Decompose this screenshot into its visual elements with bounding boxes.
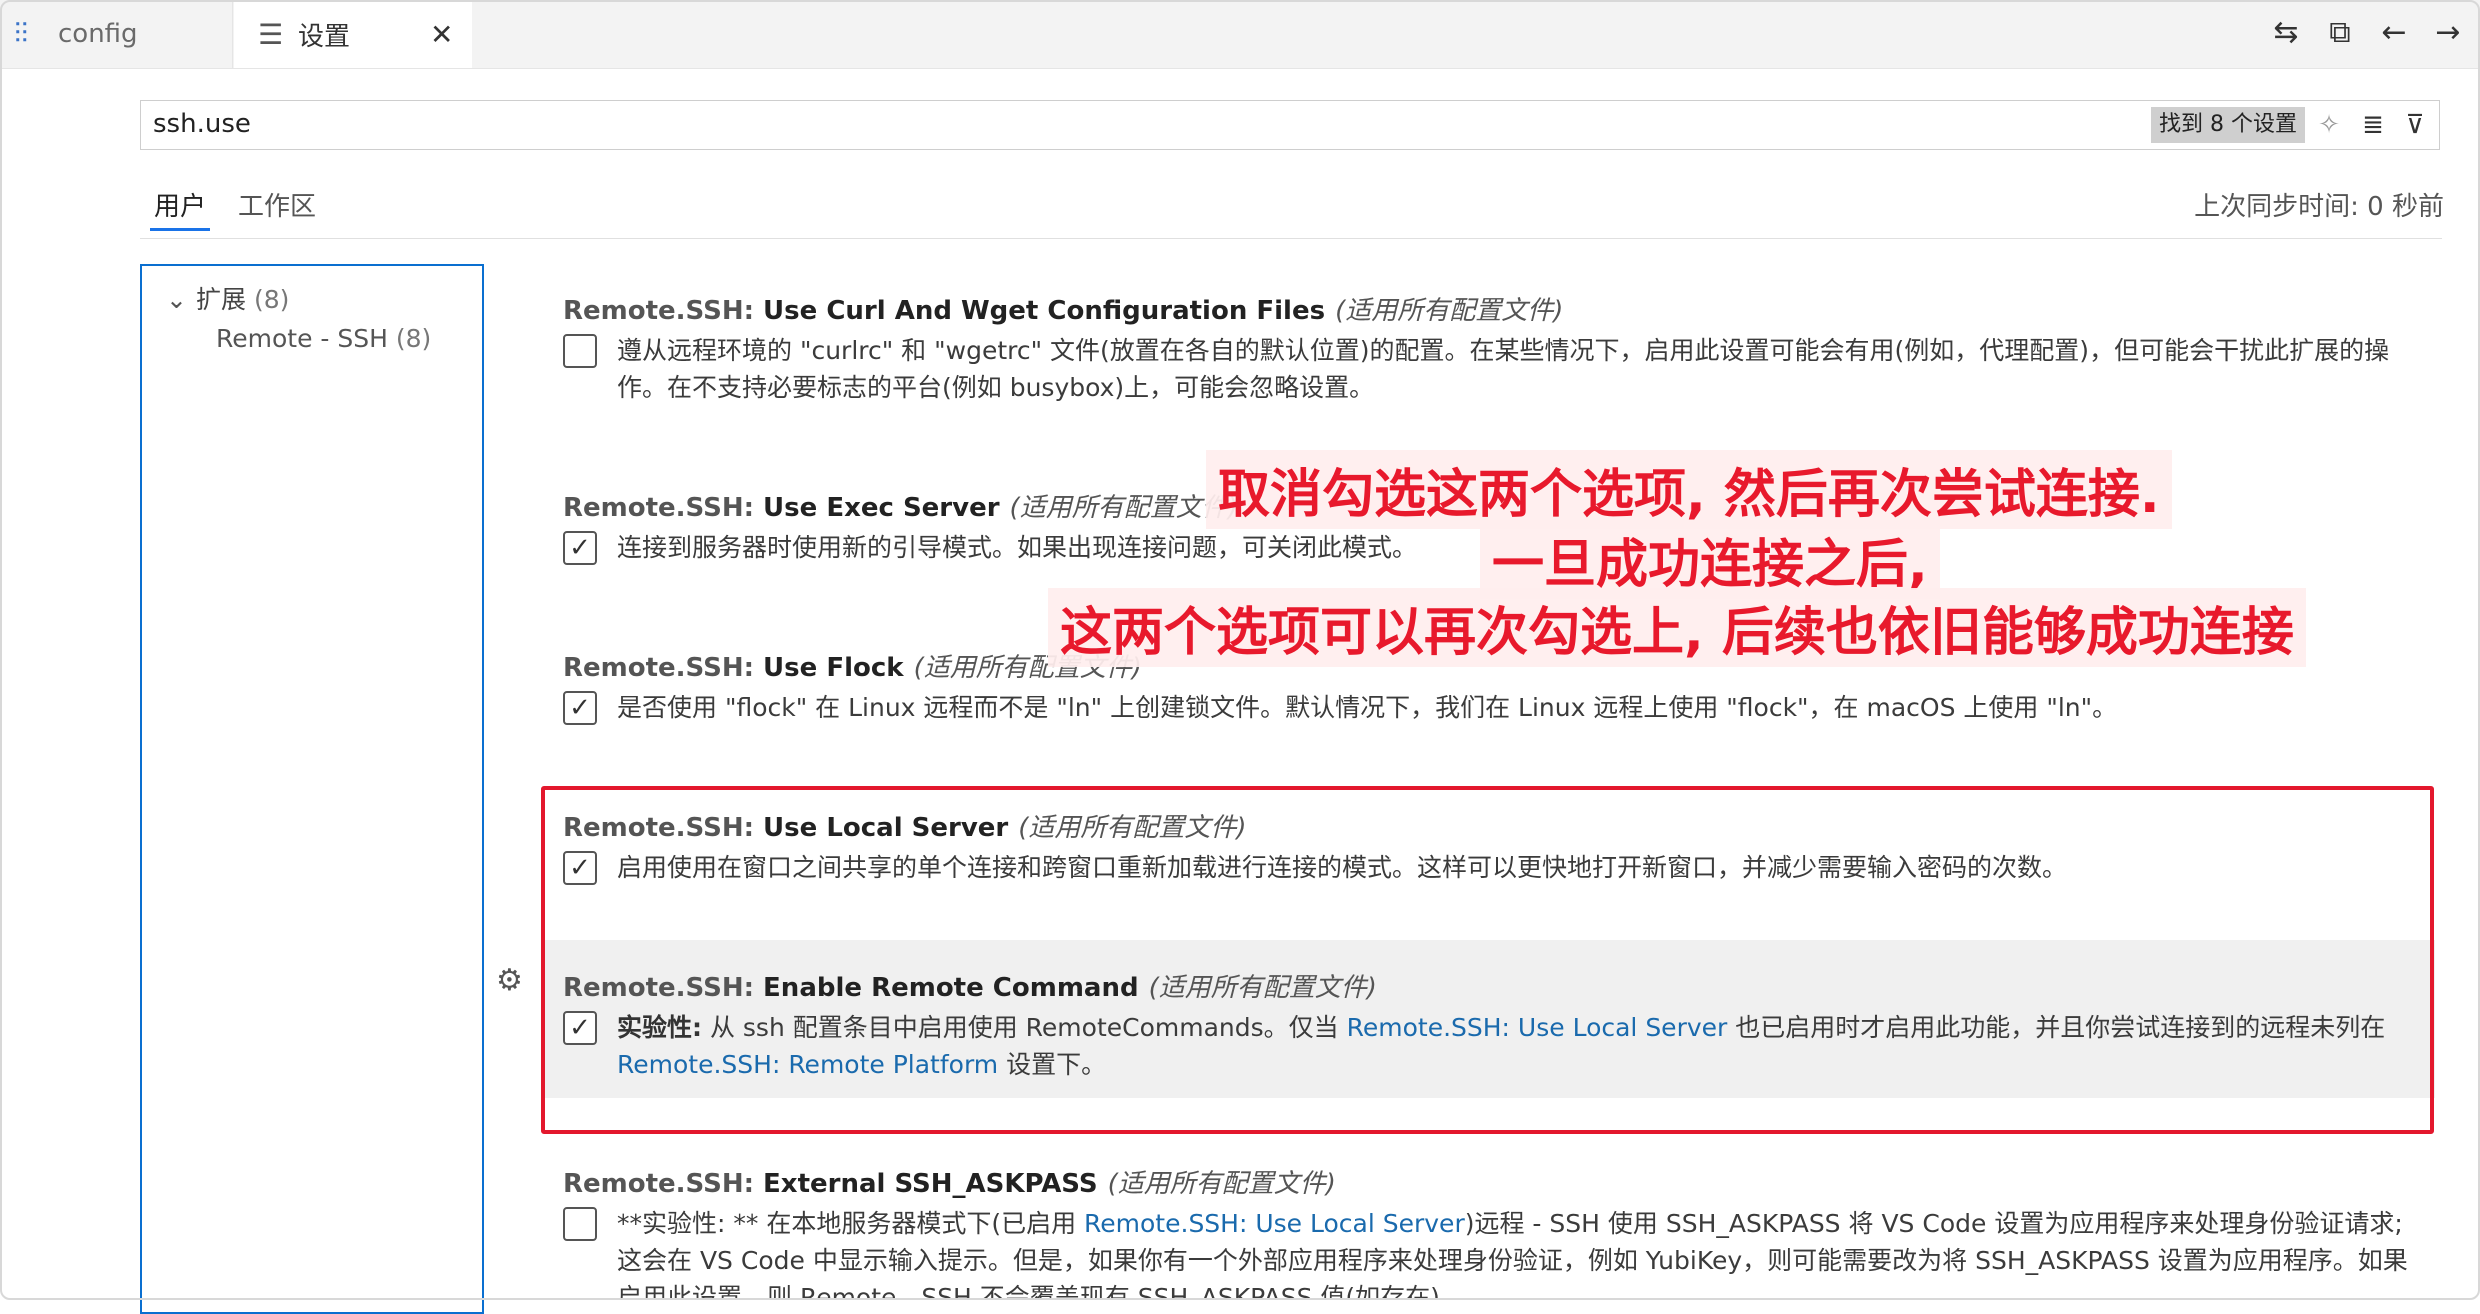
tab-settings[interactable]: ☰ 设置 ✕	[234, 0, 472, 68]
setting-external-ssh-askpass: Remote.SSH: External SSH_ASKPASS (适用所有配置文…	[545, 1163, 2435, 1300]
setting-description: 遵从远程环境的 "curlrc" 和 "wgetrc" 文件(放置在各自的默认位…	[617, 336, 2390, 402]
setting-category: Remote.SSH:	[563, 1169, 764, 1199]
settings-toc: ⌄ 扩展 (8) Remote - SSH (8)	[140, 264, 484, 1314]
setting-description: **实验性: ** 在本地服务器模式下(已启用 Remote.SSH: Use …	[617, 1205, 2427, 1300]
highlight-box	[541, 786, 2434, 1134]
clear-filter-icon[interactable]: ≣	[2355, 107, 2391, 143]
setting-title: Remote.SSH: Use Curl And Wget Configurat…	[563, 290, 1563, 327]
chevron-down-icon: ⌄	[166, 285, 187, 314]
toc-item-extensions[interactable]: ⌄ 扩展 (8)	[166, 280, 289, 316]
setting-scope-note: (适用所有配置文件)	[1009, 493, 1238, 523]
toc-remote-ssh-count: (8)	[395, 324, 432, 353]
checkbox-use-curl-wget[interactable]	[563, 334, 597, 368]
check-mark-icon: ✓	[569, 693, 591, 723]
check-mark-icon: ✓	[569, 533, 591, 563]
toc-remote-ssh-label: Remote - SSH	[216, 324, 388, 353]
filter-icon[interactable]: ⊽	[2397, 107, 2433, 143]
divider	[140, 238, 2442, 239]
setting-scope-note: (适用所有配置文件)	[1335, 296, 1564, 326]
tab-workspace-settings[interactable]: 工作区	[238, 186, 316, 223]
setting-name: Use Curl And Wget Configuration Files	[763, 296, 1326, 326]
toc-extensions-label: 扩展	[196, 285, 247, 314]
tab-user-settings[interactable]: 用户	[154, 186, 206, 223]
setting-title: Remote.SSH: Use Exec Server (适用所有配置文件)	[563, 487, 1238, 524]
tab-config[interactable]: ⫶⫶ config	[0, 0, 233, 68]
setting-name: Use Exec Server	[763, 493, 1000, 523]
checkbox-use-flock[interactable]: ✓	[563, 691, 597, 725]
search-input[interactable]	[153, 107, 2133, 141]
sparkle-icon[interactable]: ✧	[2311, 107, 2347, 143]
description-text: **实验性: ** 在本地服务器模式下(已启用	[617, 1209, 1085, 1238]
toc-item-remote-ssh[interactable]: Remote - SSH (8)	[216, 324, 431, 353]
setting-category: Remote.SSH:	[563, 296, 764, 326]
link-use-local-server[interactable]: Remote.SSH: Use Local Server	[1084, 1209, 1465, 1238]
setting-category: Remote.SSH:	[563, 493, 764, 523]
setting-description: 是否使用 "flock" 在 Linux 远程而不是 "ln" 上创建锁文件。默…	[617, 693, 2118, 722]
close-icon[interactable]: ✕	[430, 18, 453, 51]
setting-title: Remote.SSH: External SSH_ASKPASS (适用所有配置文…	[563, 1163, 1336, 1200]
settings-icon: ☰	[258, 17, 284, 51]
arrow-right-icon[interactable]: →	[2430, 12, 2466, 52]
sync-status: 上次同步时间: 0 秒前	[2194, 192, 2444, 222]
checkbox-use-exec-server[interactable]: ✓	[563, 531, 597, 565]
editor-tab-bar: ⫶⫶ config ☰ 设置 ✕ ⇆ ⧉ ← →	[0, 0, 2480, 69]
arrow-left-icon[interactable]: ←	[2376, 12, 2412, 52]
setting-scope-note: (适用所有配置文件)	[1107, 1169, 1336, 1199]
result-count-badge: 找到 8 个设置	[2151, 107, 2305, 143]
open-file-icon[interactable]: ⧉	[2322, 12, 2358, 52]
setting-name: Use Flock	[763, 653, 904, 683]
settings-search: 找到 8 个设置 ✧ ≣ ⊽	[140, 100, 2440, 150]
source-control-icon: ⫶⫶	[14, 17, 29, 50]
setting-category: Remote.SSH:	[563, 653, 764, 683]
compare-icon[interactable]: ⇆	[2268, 12, 2304, 52]
gear-icon[interactable]: ⚙	[496, 963, 523, 998]
checkbox-external-ssh-askpass[interactable]	[563, 1207, 597, 1241]
setting-use-curl-wget: Remote.SSH: Use Curl And Wget Configurat…	[545, 290, 2435, 420]
active-tab-indicator	[150, 228, 210, 231]
toc-extensions-count: (8)	[253, 285, 290, 314]
annotation-line-3: 这两个选项可以再次勾选上, 后续也依旧能够成功连接	[1048, 588, 2306, 667]
annotation-line-1: 取消勾选这两个选项, 然后再次尝试连接.	[1206, 450, 2172, 529]
tab-settings-label: 设置	[298, 21, 351, 52]
tab-config-label: config	[58, 19, 138, 49]
setting-name: External SSH_ASKPASS	[763, 1169, 1098, 1199]
editor-actions: ⇆ ⧉ ← →	[2268, 12, 2466, 52]
